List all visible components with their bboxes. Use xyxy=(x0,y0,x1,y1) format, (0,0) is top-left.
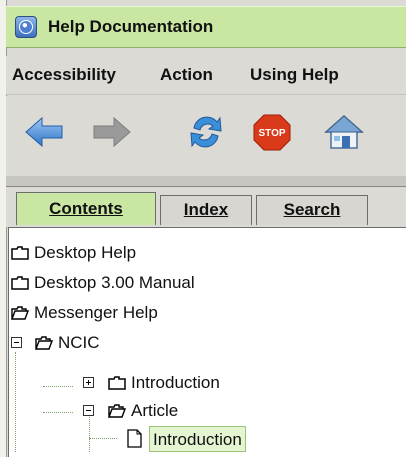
help-icon xyxy=(15,16,37,38)
tree-item-label: Desktop 3.00 Manual xyxy=(34,273,195,292)
tree-item-article[interactable]: Article xyxy=(9,398,389,424)
tree-item-label: Messenger Help xyxy=(34,303,158,322)
help-window: Help Documentation Accessibility Action … xyxy=(0,0,406,457)
back-button[interactable] xyxy=(22,110,66,154)
folder-closed-icon xyxy=(108,376,126,390)
tree-item-label: Desktop Help xyxy=(34,243,137,262)
home-icon xyxy=(324,114,364,149)
tree-item-label: Introduction xyxy=(131,373,220,392)
tree-item-introduction-doc[interactable]: Introduction xyxy=(9,426,389,452)
tab-index[interactable]: Index xyxy=(160,195,252,225)
tab-search-label: Search xyxy=(283,200,341,219)
tree-item-label: NCIC xyxy=(58,333,100,352)
collapse-icon[interactable] xyxy=(83,405,94,416)
collapse-icon[interactable] xyxy=(11,337,22,348)
forward-arrow-icon xyxy=(93,116,131,148)
menu-action[interactable]: Action xyxy=(160,65,213,85)
split-divider[interactable] xyxy=(6,176,406,187)
menu-accessibility[interactable]: Accessibility xyxy=(12,65,116,85)
refresh-icon xyxy=(190,116,222,148)
tab-index-label: Index xyxy=(183,200,229,219)
tree-item-desktop-help[interactable]: Desktop Help xyxy=(9,240,389,266)
back-arrow-icon xyxy=(25,116,63,148)
folder-open-icon xyxy=(11,306,29,320)
tree-item-label: Article xyxy=(131,401,179,420)
folder-open-icon xyxy=(35,336,53,350)
tree-item-label: Introduction xyxy=(149,426,246,452)
expand-icon[interactable] xyxy=(83,377,94,388)
forward-button[interactable] xyxy=(90,110,134,154)
title-bar[interactable]: Help Documentation xyxy=(6,6,406,48)
refresh-button[interactable] xyxy=(184,110,228,154)
folder-open-icon xyxy=(108,404,126,418)
window-title: Help Documentation xyxy=(48,17,214,36)
folder-closed-icon xyxy=(11,246,29,260)
folder-closed-icon xyxy=(11,276,29,290)
tree-item-ncic[interactable]: NCIC xyxy=(9,330,389,356)
home-button[interactable] xyxy=(322,110,366,154)
document-icon xyxy=(127,429,142,448)
tab-contents[interactable]: Contents xyxy=(16,192,156,225)
tree-item-desktop-manual[interactable]: Desktop 3.00 Manual xyxy=(9,270,389,296)
tab-contents-label: Contents xyxy=(49,199,123,218)
contents-tree[interactable]: Desktop Help Desktop 3.00 Manual Messeng… xyxy=(8,227,406,457)
stop-icon: STOP xyxy=(253,114,291,151)
tab-strip: Contents Index Search xyxy=(6,187,406,227)
toolbar: STOP xyxy=(6,96,406,177)
tree-item-messenger-help[interactable]: Messenger Help xyxy=(9,300,389,326)
tab-search[interactable]: Search xyxy=(256,195,368,225)
menu-bar: Accessibility Action Using Help xyxy=(6,56,406,95)
menu-using-help[interactable]: Using Help xyxy=(250,65,339,85)
tree-item-introduction-folder[interactable]: Introduction xyxy=(9,370,389,396)
stop-button[interactable]: STOP xyxy=(250,110,294,154)
stop-label: STOP xyxy=(258,128,285,139)
